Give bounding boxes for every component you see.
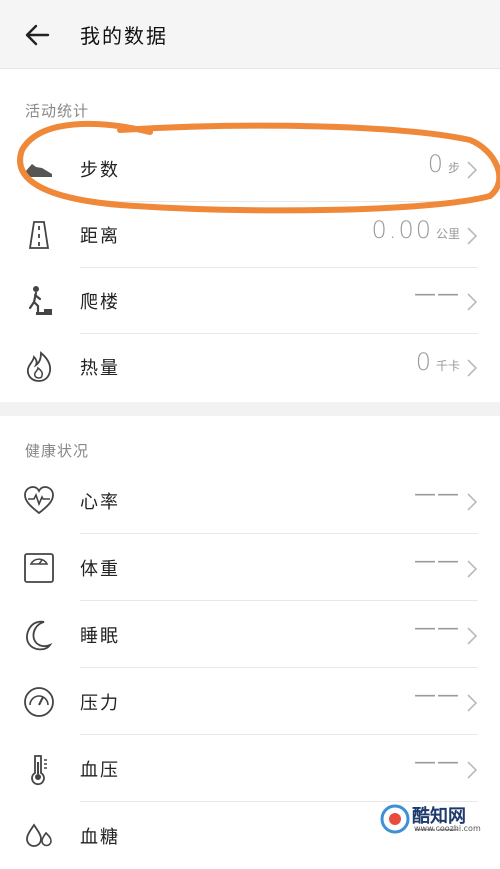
section-label-activity: 活动统计 [25,102,90,120]
row-label: 热量 [80,358,120,379]
chevron-right-icon [467,761,478,779]
stairs-climber-icon [26,286,52,315]
row-value: —— [414,482,460,507]
section-separator [0,402,500,416]
row-value: —— [414,549,460,574]
row-value: —— [414,683,460,708]
row-distance[interactable]: 距离 0.00 公里 [0,202,500,268]
watermark: 酷知网 www.coozhi.com [380,800,490,840]
divider [80,533,478,534]
row-blood-pressure[interactable]: 血压 —— [0,736,500,802]
divider [80,734,478,735]
gauge-icon [24,687,54,717]
row-unit: 步 [447,161,460,175]
row-label: 步数 [80,160,120,181]
chevron-right-icon [467,161,478,179]
flame-icon [26,351,52,382]
scale-icon [24,553,54,583]
row-label: 心率 [80,492,120,513]
row-calories[interactable]: 热量 0 千卡 [0,334,500,400]
page-title: 我的数据 [80,24,168,48]
row-weight[interactable]: 体重 —— [0,535,500,601]
chevron-right-icon [467,293,478,311]
row-unit: 公里 [435,227,460,241]
row-value: 0.00 [371,216,433,244]
divider [80,667,478,668]
chevron-right-icon [467,694,478,712]
heart-pulse-icon [24,486,54,515]
row-value: 0 [427,150,445,178]
coozhi-logo-icon [380,804,410,834]
section-label-health: 健康状况 [25,442,90,460]
row-label: 睡眠 [80,626,120,647]
divider [80,600,478,601]
row-value: —— [414,616,460,641]
chevron-right-icon [467,359,478,377]
row-label: 血糖 [80,827,120,848]
row-label: 压力 [80,693,120,714]
drops-icon [26,823,52,847]
chevron-right-icon [467,627,478,645]
row-value: —— [414,750,460,775]
row-label: 距离 [80,226,120,247]
chevron-right-icon [467,560,478,578]
back-arrow-icon[interactable] [22,20,52,50]
row-unit: 千卡 [435,359,460,373]
watermark-url: www.coozhi.com [414,824,481,833]
moon-icon [26,620,53,651]
row-value: 0 [415,348,433,376]
row-stress[interactable]: 压力 —— [0,669,500,735]
chevron-right-icon [467,227,478,245]
thermometer-icon [31,755,47,786]
row-label: 血压 [80,760,120,781]
row-floors[interactable]: 爬楼 —— [0,268,500,334]
app-header: 我的数据 [0,0,500,69]
row-label: 体重 [80,559,120,580]
row-label: 爬楼 [80,292,120,313]
row-sleep[interactable]: 睡眠 —— [0,602,500,668]
row-value: —— [414,282,460,307]
chevron-right-icon [467,493,478,511]
road-icon [28,221,50,249]
row-steps[interactable]: 步数 0 步 [0,136,500,202]
shoe-icon [25,164,52,177]
row-heart-rate[interactable]: 心率 —— [0,468,500,534]
